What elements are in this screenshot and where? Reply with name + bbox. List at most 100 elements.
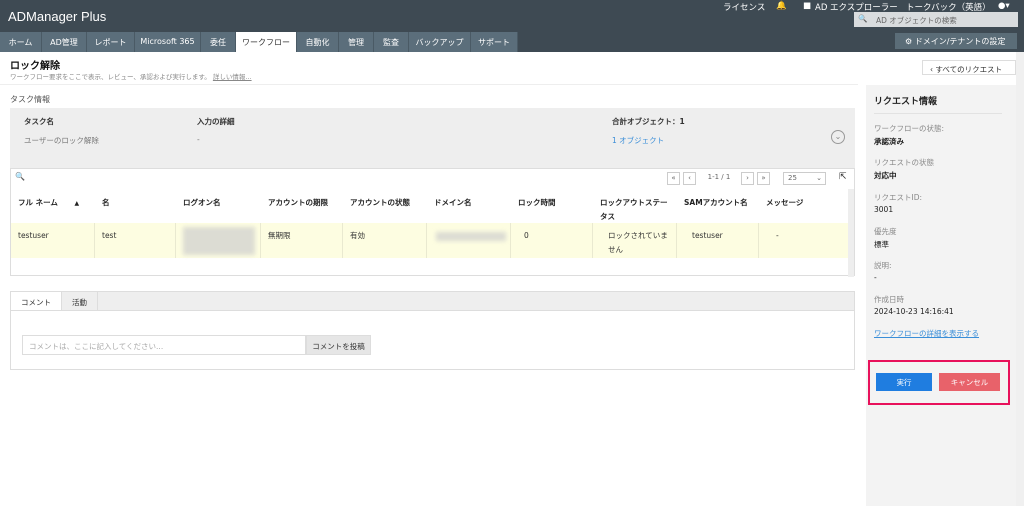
all-requests-label: すべてのリクエスト [935, 65, 1003, 74]
domain-settings-button[interactable]: ⚙ ドメイン/テナントの設定 [895, 33, 1017, 49]
workflow-details-link[interactable]: ワークフローの詳細を表示する [874, 328, 979, 339]
chevron-down-icon: ⌄ [816, 174, 822, 182]
table-scrollbar[interactable] [848, 189, 854, 277]
gear-icon: ⚙ [905, 37, 915, 46]
col-account-status[interactable]: アカウントの状態 [350, 196, 410, 210]
license-link[interactable]: ライセンス [723, 1, 765, 13]
tab-microsoft-365[interactable]: Microsoft 365 [135, 32, 201, 52]
domain-settings-label: ドメイン/テナントの設定 [914, 37, 1006, 46]
sort-asc-icon: ▲ [74, 200, 80, 207]
tab-activity[interactable]: 活動 [62, 292, 98, 310]
all-requests-button[interactable]: ‹ すべてのリクエスト [922, 60, 1016, 75]
folder-icon: ■ [803, 1, 812, 11]
comment-input[interactable]: コメントは、ここに記入してください... [22, 335, 306, 355]
created-label: 作成日時 [874, 295, 904, 304]
page-title: ロック解除 [10, 61, 60, 72]
bell-icon[interactable]: 🔔 [776, 1, 787, 11]
divider [426, 223, 427, 258]
col-domain[interactable]: ドメイン名 [434, 196, 472, 210]
input-details-header: 入力の詳細 [197, 117, 235, 126]
description-value: - [874, 273, 877, 282]
chevron-down-icon[interactable]: ⌄ [831, 130, 845, 144]
col-logon-name[interactable]: ログオン名 [183, 196, 221, 210]
total-objects-header: 合計オブジェクト：1 [612, 117, 685, 126]
more-info-link[interactable]: 詳しい情報... [213, 73, 252, 81]
objects-table: 🔍 « ‹ 1-1 / 1 › » 25 ⌄ ⇱ フル ネーム ▲ 名 ログオン名… [10, 168, 855, 277]
created-value: 2024-10-23 14:16:41 [874, 307, 954, 316]
tab-automation[interactable]: 自動化 [297, 32, 339, 52]
col-first-name[interactable]: 名 [102, 196, 110, 210]
cell-message: - [776, 231, 779, 240]
cell-account-expiry: 無期限 [268, 231, 291, 240]
objects-link[interactable]: 1 オブジェクト [612, 135, 664, 146]
col-lock-time[interactable]: ロック時間 [518, 196, 556, 210]
task-name-value: ユーザーのロック解除 [24, 136, 99, 145]
request-info-panel: リクエスト情報 ワークフローの状態: 承認済み リクエストの状態 対応中 リクエ… [866, 85, 1016, 506]
subtitle-text: ワークフロー要求をここで表示、レビュー、承認および実行します。 [10, 73, 211, 81]
description-label: 説明: [874, 261, 892, 270]
table-toolbar: 🔍 « ‹ 1-1 / 1 › » 25 ⌄ ⇱ [11, 169, 854, 189]
col-message[interactable]: メッセージ [766, 196, 803, 210]
tab-audit[interactable]: 監査 [374, 32, 409, 52]
ad-object-search[interactable]: 🔍 AD オブジェクトの検索 [854, 12, 1018, 27]
divider [592, 223, 593, 258]
priority-value: 標準 [874, 240, 889, 249]
tab-comments[interactable]: コメント [11, 292, 62, 310]
page-size-select[interactable]: 25 ⌄ [783, 172, 826, 185]
cell-lockout-status: ロックされていません [608, 231, 668, 254]
divider [758, 223, 759, 258]
input-details-value: - [197, 135, 200, 144]
tab-backup[interactable]: バックアップ [409, 32, 471, 52]
redacted-domain [436, 232, 506, 241]
user-icon[interactable]: ●▾ [998, 1, 1010, 11]
task-name-header: タスク名 [24, 117, 54, 126]
divider [0, 84, 858, 85]
workflow-status-label: ワークフローの状態: [874, 124, 945, 133]
tab-ad-management[interactable]: AD管理 [42, 32, 87, 52]
divider [510, 223, 511, 258]
divider [260, 223, 261, 258]
tab-workflow[interactable]: ワークフロー [236, 32, 297, 52]
col-lockout-status[interactable]: ロックアウトステータス [600, 196, 670, 224]
request-status-value: 対応中 [874, 171, 897, 180]
table-row[interactable]: testuser test 無期限 有効 0 ロックされていません testus… [11, 223, 854, 258]
tab-support[interactable]: サポート [471, 32, 518, 52]
cell-first-name: test [102, 231, 117, 240]
pagination-text: 1-1 / 1 [707, 173, 731, 181]
cancel-button[interactable]: キャンセル [939, 373, 1000, 391]
col-fullname[interactable]: フル ネーム ▲ [18, 196, 79, 211]
col-account-expiry[interactable]: アカウントの期限 [268, 196, 328, 210]
tab-home[interactable]: ホーム [0, 32, 42, 52]
cell-fullname: testuser [18, 231, 49, 240]
priority-label: 優先度 [874, 227, 897, 236]
workflow-status-value: 承認済み [874, 137, 904, 146]
request-id-value: 3001 [874, 205, 894, 214]
divider [676, 223, 677, 258]
cell-lock-time: 0 [524, 231, 529, 240]
search-placeholder: AD オブジェクトの検索 [876, 16, 957, 25]
prev-page-button[interactable]: ‹ [683, 172, 696, 185]
app-logo[interactable]: ADManager Plus [8, 9, 106, 24]
divider [94, 223, 95, 258]
tab-admin[interactable]: 管理 [339, 32, 374, 52]
export-icon[interactable]: ⇱ [839, 172, 847, 182]
search-icon[interactable]: 🔍 [15, 172, 25, 181]
redacted-logon-name [183, 227, 255, 255]
task-info-heading: タスク情報 [10, 95, 50, 104]
divider [342, 223, 343, 258]
page-scrollbar[interactable] [1016, 52, 1024, 506]
first-page-button[interactable]: « [667, 172, 680, 185]
tab-reports[interactable]: レポート [87, 32, 135, 52]
task-info-grid: タスク名 入力の詳細 合計オブジェクト：1 ユーザーのロック解除 - 1 オブジ… [10, 108, 855, 168]
request-id-label: リクエストID: [874, 193, 923, 202]
request-info-title: リクエスト情報 [874, 97, 938, 107]
last-page-button[interactable]: » [757, 172, 770, 185]
col-sam-account[interactable]: SAMアカウント名 [684, 196, 748, 210]
next-page-button[interactable]: › [741, 172, 754, 185]
execute-button[interactable]: 実行 [876, 373, 932, 391]
cell-account-status: 有効 [350, 231, 365, 240]
post-comment-button[interactable]: コメントを投稿 [306, 335, 371, 355]
main-tabs: ホーム AD管理 レポート Microsoft 365 委任 ワークフロー 自動… [0, 32, 518, 52]
tab-delegation[interactable]: 委任 [201, 32, 236, 52]
col-fullname-label: フル ネーム [18, 198, 58, 207]
